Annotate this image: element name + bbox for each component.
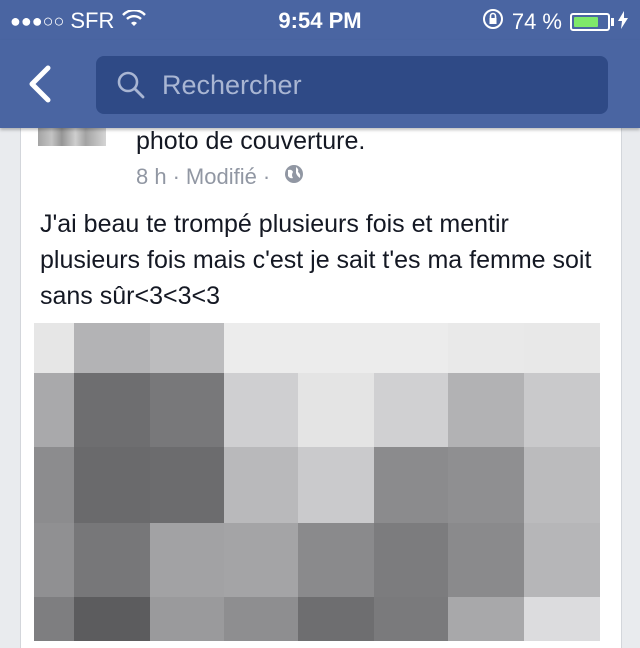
mosaic-cell <box>374 373 448 447</box>
mosaic-cell <box>448 447 524 523</box>
mosaic-cell <box>34 447 74 523</box>
meta-separator: · <box>172 164 180 189</box>
edited-label[interactable]: Modifié <box>186 164 257 190</box>
mosaic-cell <box>74 323 150 373</box>
battery-fill <box>574 17 598 27</box>
search-field[interactable]: Rechercher <box>96 56 608 114</box>
back-button[interactable] <box>26 64 62 104</box>
mosaic-cell <box>298 323 374 373</box>
mosaic-cell <box>524 323 600 373</box>
mosaic-cell <box>448 373 524 447</box>
search-input[interactable]: Rechercher <box>162 70 302 100</box>
pixelated-image <box>34 323 600 641</box>
mosaic-cell <box>34 523 74 597</box>
mosaic-cell <box>150 523 224 597</box>
mosaic-cell <box>74 447 150 523</box>
rotation-lock-icon <box>482 8 504 36</box>
mosaic-cell <box>524 373 600 447</box>
mosaic-cell <box>34 373 74 447</box>
navigation-bar: Rechercher <box>0 40 640 128</box>
mosaic-cell <box>224 597 298 641</box>
mosaic-cell <box>150 373 224 447</box>
avatar[interactable] <box>38 128 106 146</box>
battery-cap <box>611 18 614 26</box>
post-photo[interactable] <box>34 323 600 641</box>
mosaic-cell <box>374 523 448 597</box>
mosaic-cell <box>448 323 524 373</box>
mosaic-cell <box>524 523 600 597</box>
search-icon <box>116 70 146 105</box>
mosaic-cell <box>224 523 298 597</box>
mosaic-cell <box>524 597 600 641</box>
mosaic-cell <box>448 597 524 641</box>
mosaic-cell <box>150 597 224 641</box>
post-title[interactable]: photo de couverture. <box>136 127 365 156</box>
meta-separator: · <box>262 164 271 189</box>
status-right: 74 % <box>482 8 628 36</box>
mosaic-cell <box>74 373 150 447</box>
mosaic-cell <box>224 447 298 523</box>
mosaic-cell <box>34 323 74 373</box>
mosaic-cell <box>74 597 150 641</box>
mosaic-cell <box>374 323 448 373</box>
mosaic-cell <box>224 323 298 373</box>
post-text: J'ai beau te trompé plusieurs fois et me… <box>40 210 592 310</box>
globe-icon[interactable] <box>284 164 304 190</box>
mosaic-cell <box>374 447 448 523</box>
mosaic-cell <box>150 447 224 523</box>
mosaic-cell <box>298 373 374 447</box>
battery-percent: 74 % <box>511 9 562 34</box>
post-meta: 8 h · Modifié · <box>136 164 304 190</box>
status-bar: ●●●○○ SFR 9:54 PM 74 % <box>0 0 640 40</box>
mosaic-cell <box>34 597 74 641</box>
post-time[interactable]: 8 h <box>136 164 167 190</box>
battery-icon <box>570 13 610 31</box>
mosaic-cell <box>298 523 374 597</box>
mosaic-cell <box>448 523 524 597</box>
mosaic-cell <box>74 523 150 597</box>
mosaic-cell <box>298 447 374 523</box>
mosaic-cell <box>524 447 600 523</box>
mosaic-cell <box>374 597 448 641</box>
mosaic-cell <box>224 373 298 447</box>
mosaic-cell <box>298 597 374 641</box>
charging-icon <box>618 10 628 34</box>
chevron-left-icon <box>29 65 51 103</box>
mosaic-cell <box>150 323 224 373</box>
